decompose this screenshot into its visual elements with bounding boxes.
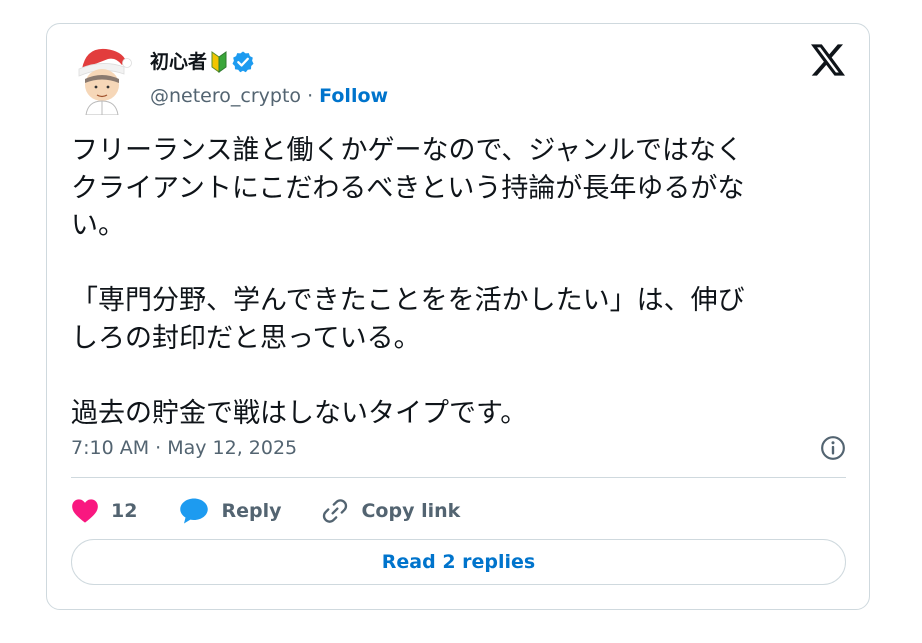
info-icon[interactable] (820, 435, 846, 461)
author-handle-row: @netero_crypto · Follow (150, 82, 388, 110)
copy-link-button[interactable]: Copy link (321, 497, 460, 525)
tweet-text: フリーランス誰と働くかゲーなので、ジャンルではなく クライアントにこだわるべきと… (71, 135, 745, 429)
copy-link-label: Copy link (361, 500, 461, 522)
avatar[interactable] (72, 43, 132, 115)
author-display-name[interactable]: 初心者 (150, 48, 207, 76)
like-count: 12 (111, 500, 138, 522)
follow-button[interactable]: Follow (319, 85, 388, 107)
tweet-card: 初心者 @netero_crypto · Follow フリーランス誰と働くかゲ… (46, 23, 870, 610)
divider (71, 477, 846, 478)
timestamp-row: 7:10 AM · May 12, 2025 (71, 432, 846, 464)
author-name-row: 初心者 (150, 48, 255, 76)
like-button[interactable]: 12 (71, 498, 139, 524)
handle-separator: · (307, 85, 314, 107)
heart-icon (72, 499, 98, 523)
read-replies-button[interactable]: Read 2 replies (71, 539, 846, 585)
reply-label: Reply (221, 500, 282, 522)
action-bar: 12 Reply Copy link (71, 492, 500, 530)
reply-button[interactable]: Reply (179, 497, 281, 525)
tweet-timestamp[interactable]: 7:10 AM · May 12, 2025 (71, 437, 297, 459)
link-icon (323, 499, 348, 523)
author-handle[interactable]: @netero_crypto (150, 85, 301, 107)
x-logo-icon[interactable] (811, 44, 845, 76)
verified-badge-icon (231, 50, 255, 74)
beginner-mark-icon (211, 51, 227, 73)
speech-bubble-icon (180, 498, 209, 524)
